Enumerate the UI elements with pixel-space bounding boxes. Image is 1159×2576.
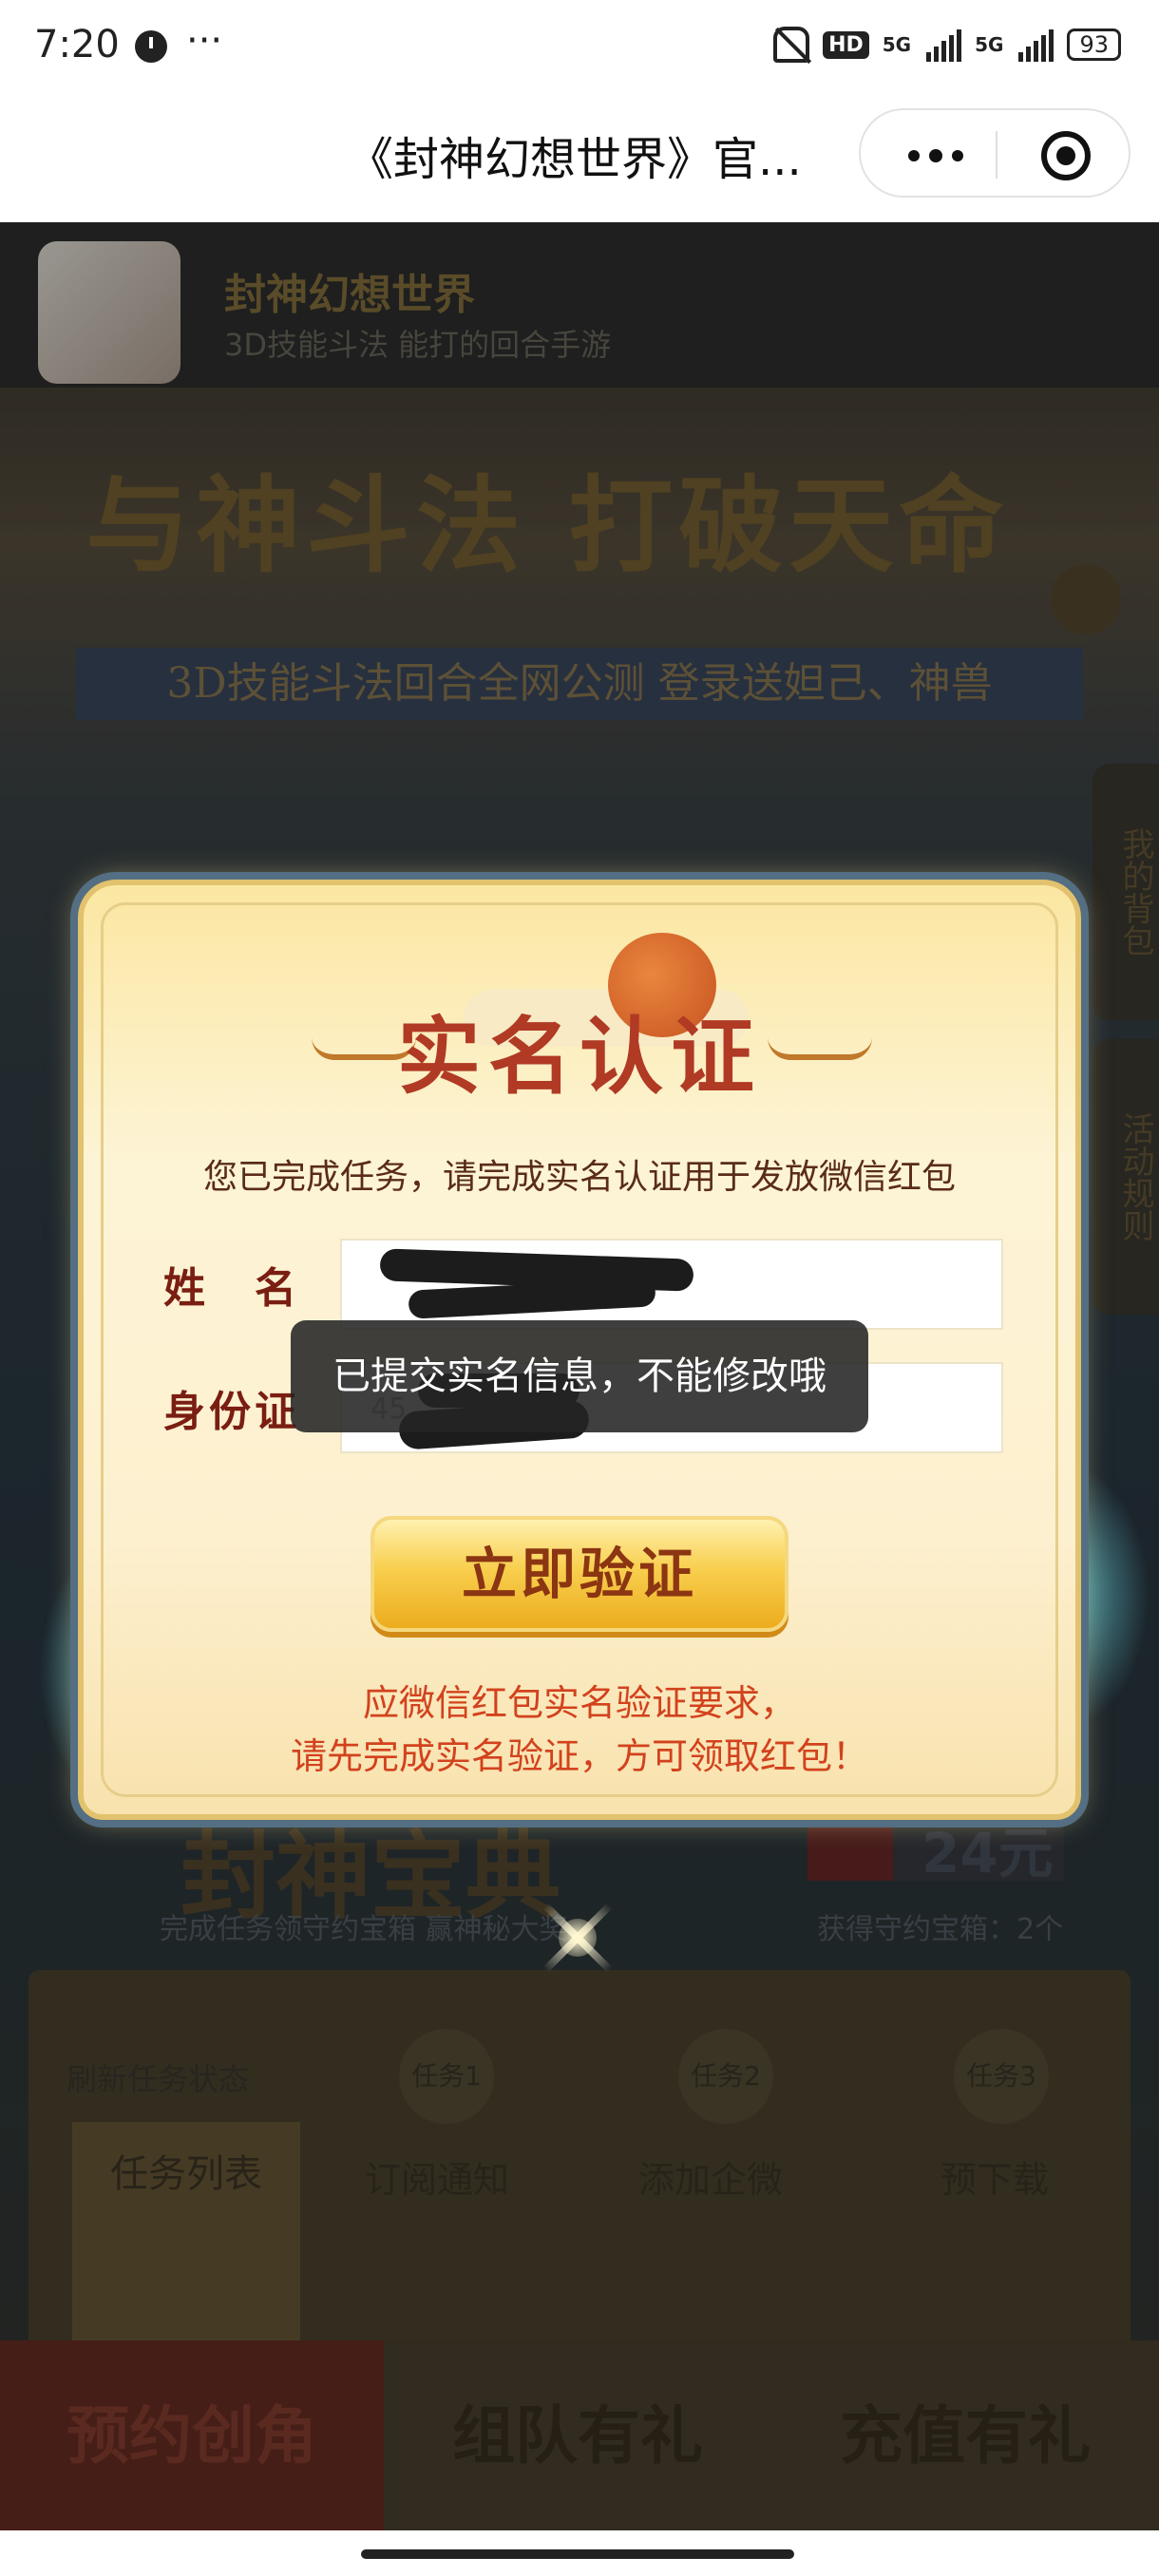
home-indicator xyxy=(0,2530,1159,2576)
name-label: 姓 名 xyxy=(163,1264,300,1313)
signal-strength-icon-2 xyxy=(1018,28,1054,62)
home-bar[interactable] xyxy=(361,2549,794,2559)
close-modal-icon[interactable] xyxy=(532,1892,623,1983)
network-type-1: 5G xyxy=(882,33,912,56)
miniprogram-titlebar: 《封神幻想世界》官... xyxy=(0,95,1159,222)
alarm-clock-icon xyxy=(135,30,167,63)
modal-intro: 您已完成任务，请完成实名认证用于发放微信红包 xyxy=(202,1158,956,1197)
note-line-1: 应微信红包实名验证要求， xyxy=(362,1682,796,1724)
close-miniprogram-icon[interactable] xyxy=(1041,131,1091,180)
network-type-2: 5G xyxy=(975,33,1004,56)
page-title: 《封神幻想世界》官... xyxy=(348,133,802,186)
note-line-2: 请先完成实名验证，方可领取红包！ xyxy=(290,1735,868,1777)
toast-message: 已提交实名信息，不能修改哦 xyxy=(291,1320,868,1432)
signal-strength-icon xyxy=(926,28,962,62)
hd-voice-icon: HD xyxy=(823,30,869,59)
more-notifications-icon: ··· xyxy=(186,19,223,63)
more-dots-icon[interactable] xyxy=(899,131,975,179)
silent-bell-icon xyxy=(773,27,810,63)
modal-heading: 实名认证 xyxy=(396,1007,762,1106)
status-time: 7:20 xyxy=(34,23,120,66)
redaction-mark xyxy=(408,1278,656,1319)
verify-button[interactable]: 立即验证 xyxy=(370,1516,788,1632)
battery-icon: 93 xyxy=(1067,28,1121,61)
capsule-divider xyxy=(996,131,998,179)
status-bar: 7:20 ··· HD 5G 5G 93 xyxy=(0,0,1159,95)
id-label: 身份证 xyxy=(163,1388,300,1436)
menu-capsule xyxy=(859,108,1130,198)
status-icons: HD 5G 5G 93 xyxy=(773,27,1121,63)
name-input[interactable] xyxy=(340,1239,1003,1330)
